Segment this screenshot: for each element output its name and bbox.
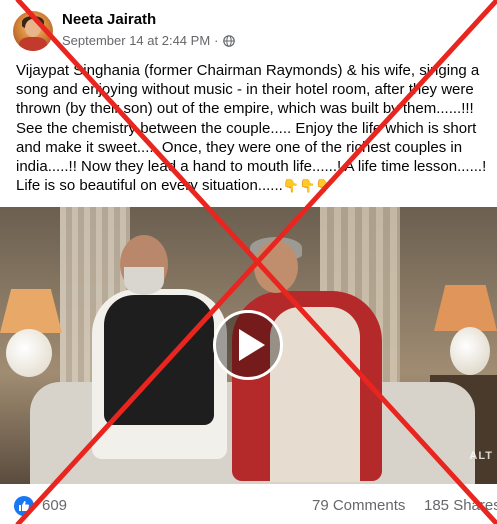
author-name[interactable]: Neeta Jairath	[62, 11, 156, 28]
lamp-right-shade	[434, 285, 497, 331]
author-avatar[interactable]	[13, 11, 53, 51]
post-text: Vijaypat Singhania (former Chairman Raym…	[16, 61, 490, 195]
post-header: Neeta Jairath September 14 at 2:44 PM ·	[0, 0, 497, 56]
avatar-face	[25, 19, 41, 37]
man-vest	[104, 295, 214, 425]
shares-count[interactable]: 185 Shares	[424, 497, 497, 514]
comments-count[interactable]: 79 Comments	[312, 497, 405, 514]
post-body: Vijaypat Singhania (former Chairman Raym…	[16, 62, 487, 195]
post-timestamp[interactable]: September 14 at 2:44 PM	[62, 33, 210, 48]
play-icon	[238, 329, 265, 361]
meta-separator: ·	[214, 33, 219, 48]
lamp-left-shade	[0, 289, 62, 333]
lamp-left-base	[6, 329, 52, 377]
globe-icon	[222, 34, 235, 47]
woman-head	[254, 241, 298, 293]
lamp-right-base	[450, 327, 490, 375]
video-watermark: ALT	[469, 450, 493, 462]
woman-saree-cream	[270, 307, 360, 482]
post-footer: 609 79 Comments 185 Shares	[0, 487, 497, 524]
avatar-body	[19, 37, 47, 51]
like-count[interactable]: 609	[42, 497, 67, 514]
like-icon[interactable]	[14, 496, 34, 516]
play-button[interactable]	[213, 310, 283, 380]
pointing-down-emoji: 👇👇👇	[282, 178, 332, 194]
video-player[interactable]: ALT	[0, 207, 497, 484]
man-beard	[124, 267, 164, 295]
thumbs-up-icon	[19, 501, 30, 511]
post-meta: September 14 at 2:44 PM ·	[62, 33, 235, 48]
